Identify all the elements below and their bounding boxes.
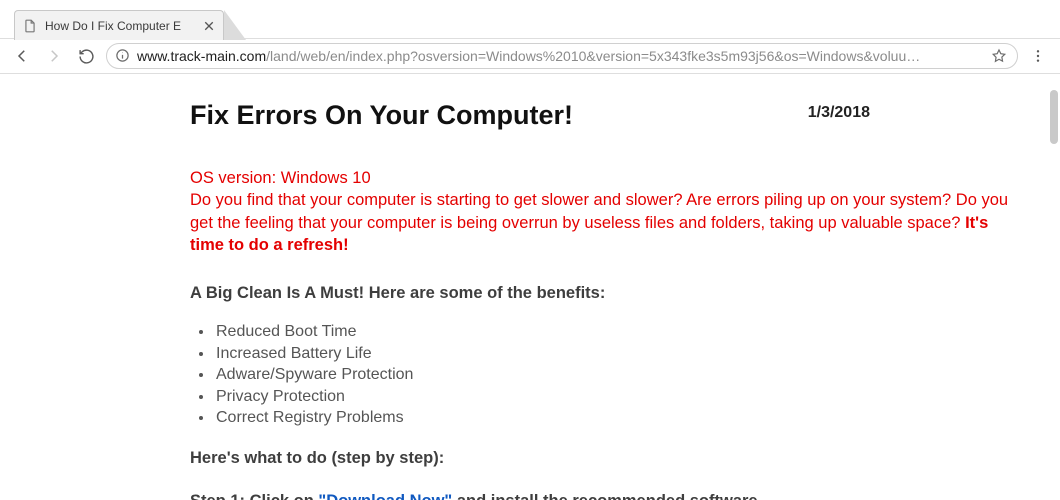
tab-title: How Do I Fix Computer E [45,19,197,33]
download-now-link[interactable]: "Download Now" [318,492,452,500]
intro-block: OS version: Windows 10 Do you find that … [190,167,1020,256]
list-item: Reduced Boot Time [214,321,1020,343]
viewport: 1/3/2018 Fix Errors On Your Computer! OS… [0,74,1060,500]
step-text-b: and install the recommended software. [452,492,762,500]
os-line: OS version: Windows 10 [190,169,371,187]
reload-button[interactable] [74,44,98,68]
address-bar[interactable]: www.track-main.com /land/web/en/index.ph… [106,43,1018,69]
step-text-a: Click on [250,492,319,500]
list-item: Privacy Protection [214,386,1020,408]
page-date: 1/3/2018 [808,104,870,122]
benefits-list: Reduced Boot Time Increased Battery Life… [214,321,1020,429]
tab-trail [224,10,246,40]
list-item: Correct Registry Problems [214,407,1020,429]
toolbar: www.track-main.com /land/web/en/index.ph… [0,38,1060,74]
file-icon [23,19,37,33]
forward-button [42,44,66,68]
intro-text: Do you find that your computer is starti… [190,191,1008,231]
benefits-heading: A Big Clean Is A Must! Here are some of … [190,284,1020,303]
menu-button[interactable] [1026,44,1050,68]
steps-heading: Here's what to do (step by step): [190,449,1020,468]
tabbar: How Do I Fix Computer E [0,0,1060,38]
list-item: Adware/Spyware Protection [214,364,1020,386]
bookmark-icon[interactable] [991,48,1007,64]
tab-close-icon[interactable] [203,20,215,32]
url-path: /land/web/en/index.php?osversion=Windows… [266,48,983,64]
step-1: Step 1: Click on "Download Now" and inst… [190,492,1020,500]
site-info-icon[interactable] [115,48,131,64]
page-title: Fix Errors On Your Computer! [190,100,1020,131]
browser-tab[interactable]: How Do I Fix Computer E [14,10,224,40]
step-label: Step 1: [190,492,250,500]
back-button[interactable] [10,44,34,68]
url-host: www.track-main.com [137,48,266,64]
list-item: Increased Battery Life [214,343,1020,365]
